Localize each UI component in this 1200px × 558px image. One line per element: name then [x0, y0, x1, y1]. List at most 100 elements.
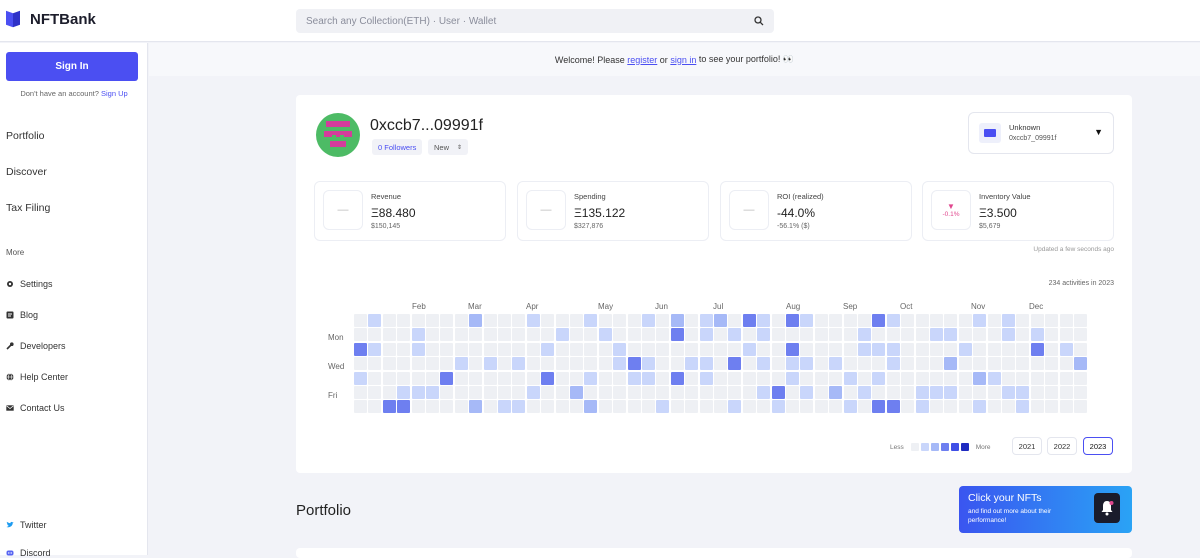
heatmap-cell[interactable] [555, 400, 569, 414]
heatmap-cell[interactable] [483, 386, 497, 399]
heatmap-cell[interactable] [858, 328, 871, 342]
heatmap-cell[interactable] [656, 400, 670, 414]
heatmap-cell[interactable] [454, 328, 468, 342]
search-bar[interactable]: Search any Collection(ETH) · User · Wall… [296, 9, 774, 33]
heatmap-cell[interactable] [886, 386, 900, 399]
heatmap-cell[interactable] [742, 386, 756, 399]
heatmap-cell[interactable] [570, 328, 583, 342]
heatmap-cell[interactable] [570, 400, 583, 414]
heatmap-cell[interactable] [613, 386, 627, 399]
heatmap-cell[interactable] [973, 314, 987, 327]
heatmap-cell[interactable] [829, 357, 843, 371]
heatmap-cell[interactable] [598, 314, 612, 327]
heatmap-cell[interactable] [973, 371, 987, 385]
heatmap-cell[interactable] [1002, 357, 1015, 371]
heatmap-cell[interactable] [598, 328, 612, 342]
heatmap-cell[interactable] [512, 386, 526, 399]
heatmap-cell[interactable] [526, 342, 540, 356]
heatmap-cell[interactable] [843, 328, 857, 342]
heatmap-cell[interactable] [354, 371, 367, 385]
heatmap-cell[interactable] [699, 400, 713, 414]
heatmap-cell[interactable] [901, 386, 915, 399]
heatmap-cell[interactable] [944, 342, 958, 356]
heatmap-cell[interactable] [454, 342, 468, 356]
heatmap-cell[interactable] [613, 357, 627, 371]
heatmap-cell[interactable] [382, 328, 396, 342]
heatmap-cell[interactable] [930, 357, 943, 371]
heatmap-cell[interactable] [411, 400, 425, 414]
heatmap-cell[interactable] [771, 342, 785, 356]
heatmap-cell[interactable] [930, 328, 943, 342]
heatmap-cell[interactable] [1059, 328, 1073, 342]
heatmap-cell[interactable] [1016, 386, 1030, 399]
heatmap-cell[interactable] [584, 357, 598, 371]
heatmap-cell[interactable] [584, 342, 598, 356]
heatmap-cell[interactable] [915, 328, 929, 342]
heatmap-cell[interactable] [1002, 371, 1015, 385]
heatmap-cell[interactable] [901, 314, 915, 327]
heatmap-cell[interactable] [786, 357, 799, 371]
heatmap-cell[interactable] [627, 371, 641, 385]
heatmap-cell[interactable] [699, 328, 713, 342]
heatmap-cell[interactable] [670, 371, 684, 385]
heatmap-cell[interactable] [1016, 371, 1030, 385]
heatmap-cell[interactable] [742, 371, 756, 385]
heatmap-cell[interactable] [685, 386, 699, 399]
heatmap-cell[interactable] [426, 371, 439, 385]
heatmap-cell[interactable] [829, 342, 843, 356]
heatmap-cell[interactable] [814, 400, 828, 414]
heatmap-cell[interactable] [382, 357, 396, 371]
heatmap-cell[interactable] [656, 357, 670, 371]
heatmap-cell[interactable] [411, 371, 425, 385]
heatmap-cell[interactable] [814, 357, 828, 371]
heatmap-cell[interactable] [1045, 386, 1059, 399]
heatmap-cell[interactable] [728, 386, 742, 399]
heatmap-cell[interactable] [1059, 357, 1073, 371]
heatmap-cell[interactable] [397, 400, 411, 414]
heatmap-cell[interactable] [440, 386, 454, 399]
heatmap-cell[interactable] [354, 400, 367, 414]
sidebar-item-help-center[interactable]: Help Center [6, 372, 68, 382]
heatmap-cell[interactable] [915, 314, 929, 327]
heatmap-cell[interactable] [570, 357, 583, 371]
heatmap-cell[interactable] [786, 400, 799, 414]
heatmap-cell[interactable] [627, 314, 641, 327]
heatmap-cell[interactable] [987, 386, 1001, 399]
heatmap-cell[interactable] [1002, 328, 1015, 342]
heatmap-cell[interactable] [829, 371, 843, 385]
heatmap-cell[interactable] [613, 314, 627, 327]
heatmap-cell[interactable] [483, 328, 497, 342]
wallet-selector[interactable]: Unknown 0xccb7_09991f ▼ [968, 112, 1114, 154]
search-icon[interactable] [754, 16, 764, 26]
heatmap-cell[interactable] [829, 400, 843, 414]
heatmap-cell[interactable] [354, 328, 367, 342]
heatmap-cell[interactable] [541, 400, 555, 414]
heatmap-cell[interactable] [973, 357, 987, 371]
heatmap-cell[interactable] [598, 400, 612, 414]
heatmap-cell[interactable] [843, 386, 857, 399]
heatmap-cell[interactable] [656, 371, 670, 385]
heatmap-cell[interactable] [454, 371, 468, 385]
heatmap-cell[interactable] [800, 314, 814, 327]
heatmap-cell[interactable] [1016, 342, 1030, 356]
heatmap-cell[interactable] [843, 342, 857, 356]
heatmap-cell[interactable] [915, 386, 929, 399]
heatmap-cell[interactable] [368, 314, 382, 327]
heatmap-cell[interactable] [598, 342, 612, 356]
heatmap-cell[interactable] [714, 328, 727, 342]
heatmap-cell[interactable] [411, 386, 425, 399]
heatmap-cell[interactable] [440, 400, 454, 414]
heatmap-cell[interactable] [555, 328, 569, 342]
heatmap-cell[interactable] [598, 386, 612, 399]
heatmap-cell[interactable] [944, 386, 958, 399]
heatmap-cell[interactable] [771, 386, 785, 399]
heatmap-cell[interactable] [930, 342, 943, 356]
year-button-2022[interactable]: 2022 [1047, 437, 1077, 455]
heatmap-cell[interactable] [368, 357, 382, 371]
heatmap-cell[interactable] [670, 386, 684, 399]
heatmap-cell[interactable] [1059, 400, 1073, 414]
heatmap-cell[interactable] [469, 386, 483, 399]
heatmap-cell[interactable] [814, 314, 828, 327]
logo[interactable]: NFTBank [6, 10, 96, 28]
heatmap-cell[interactable] [714, 342, 727, 356]
